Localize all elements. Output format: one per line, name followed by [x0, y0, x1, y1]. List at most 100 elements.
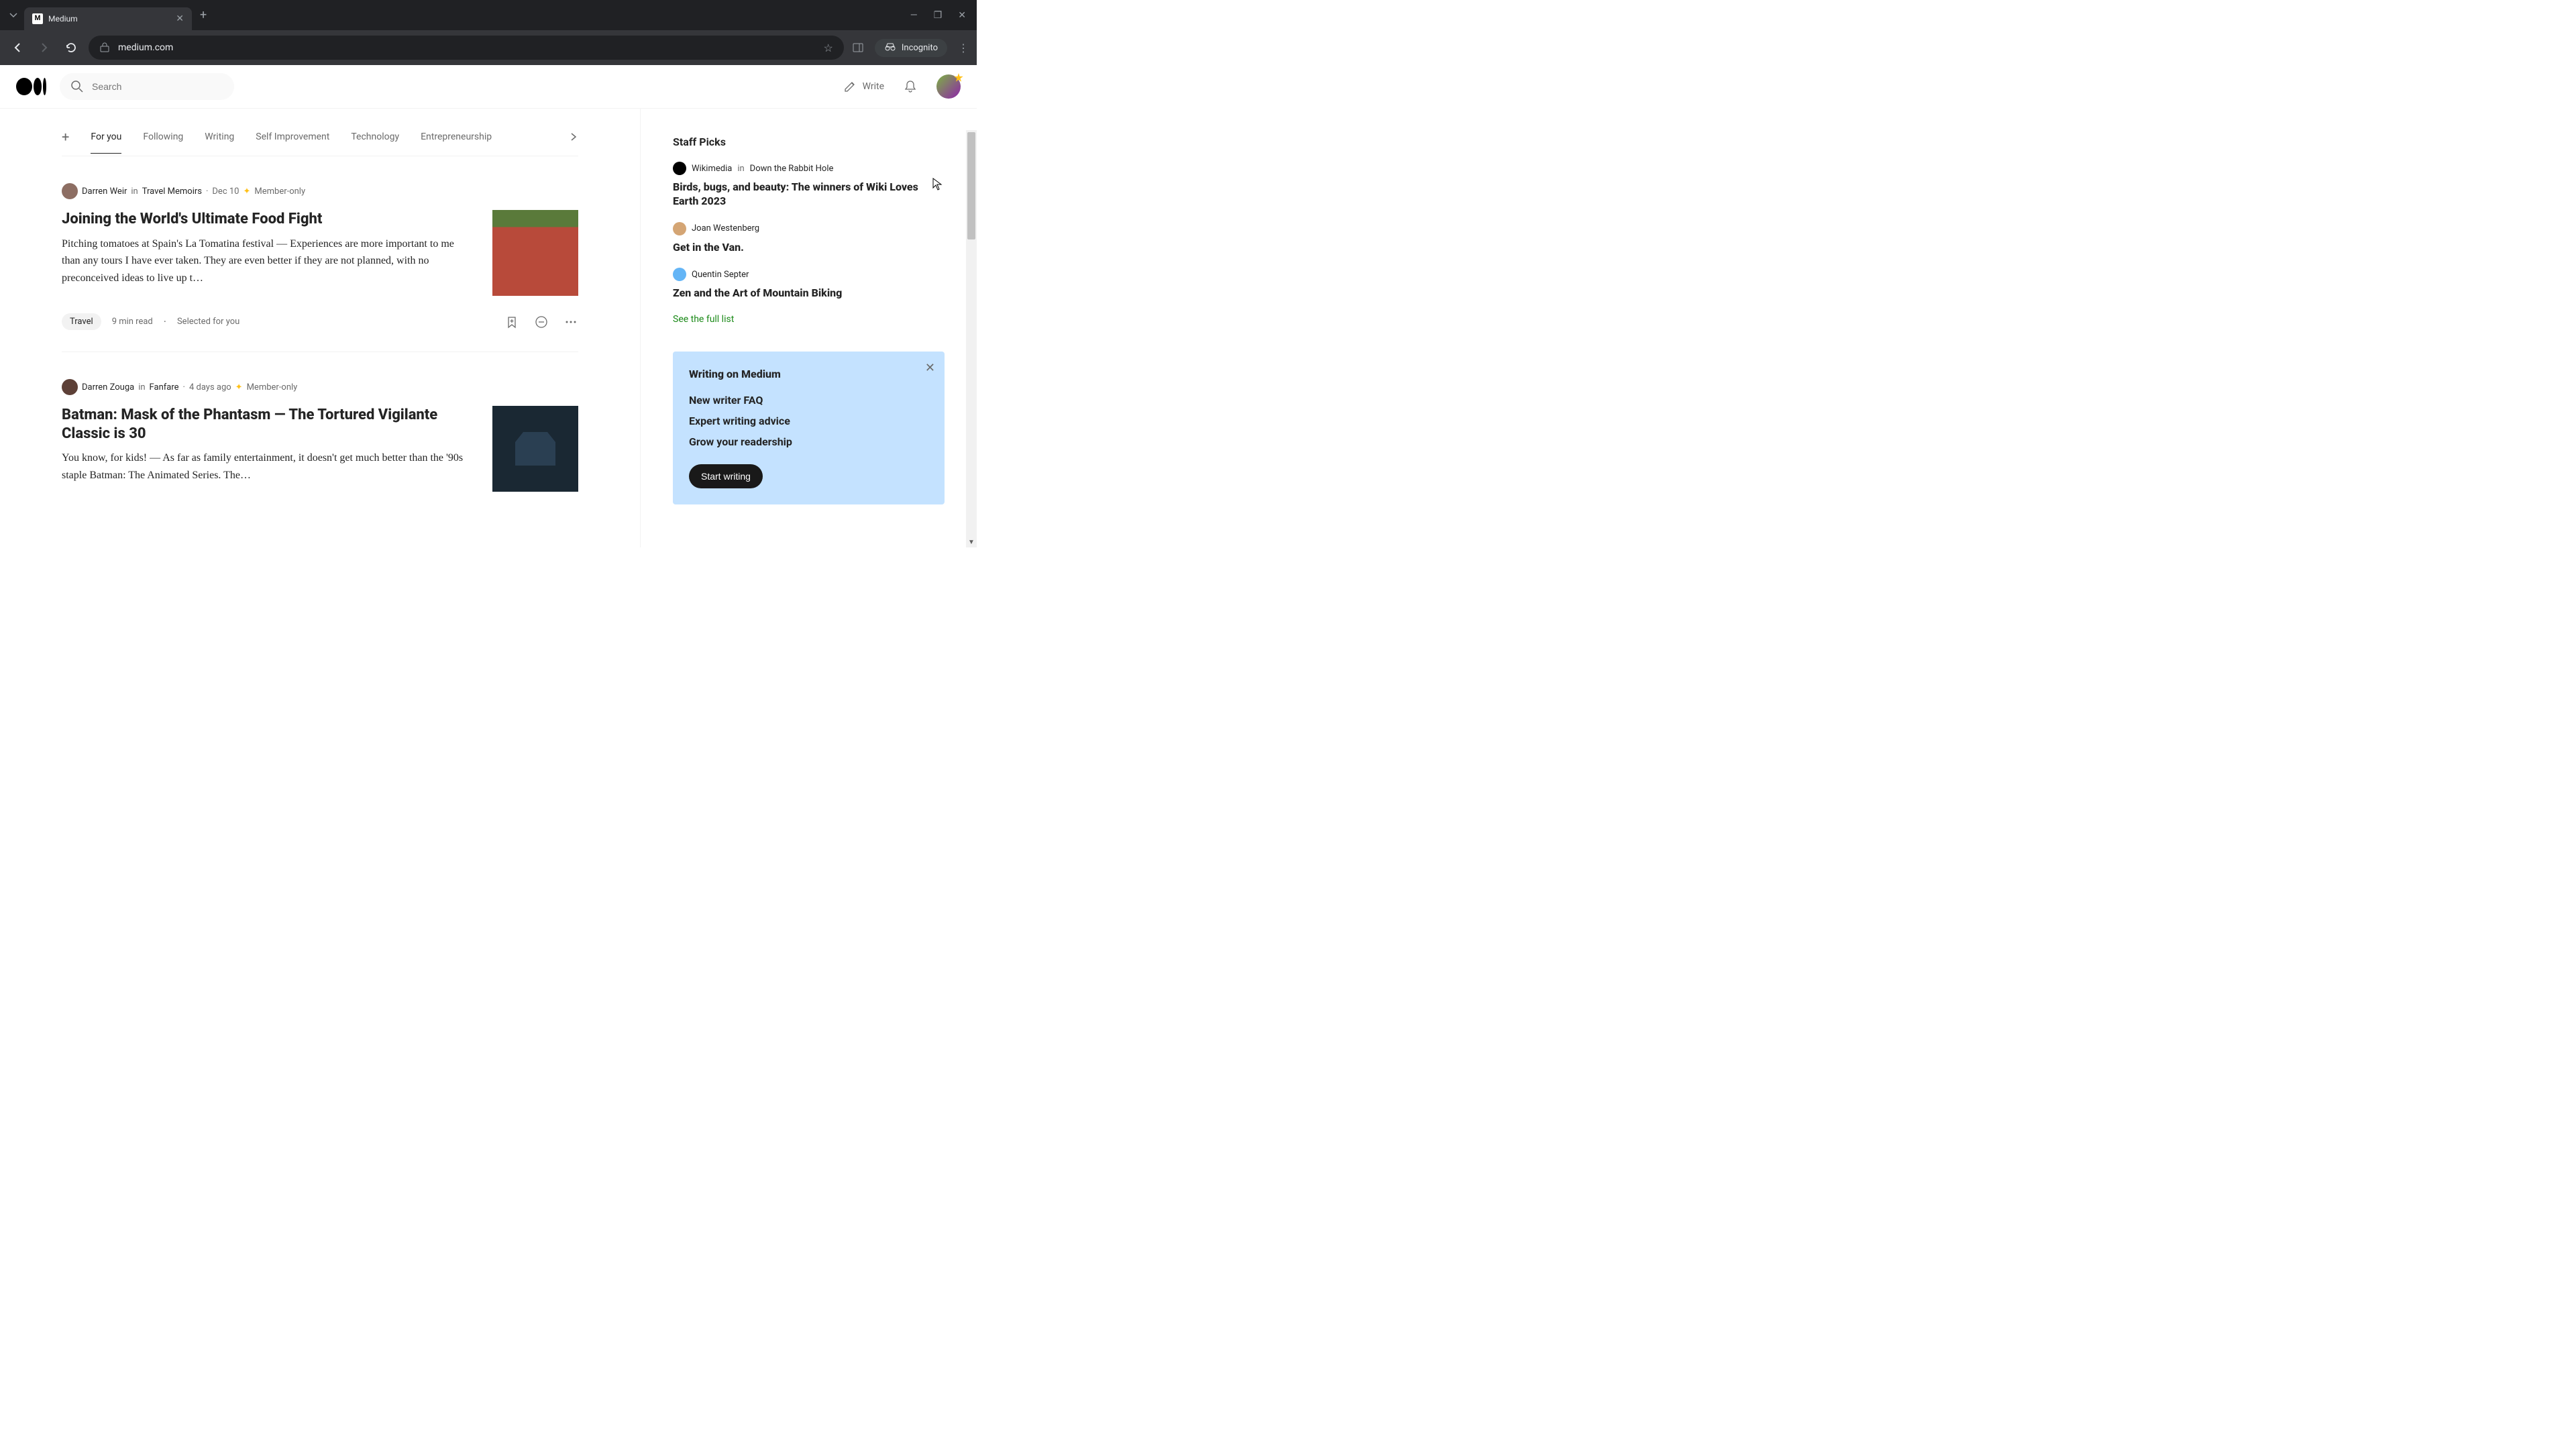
- selected-for-you: Selected for you: [177, 317, 239, 327]
- search-box[interactable]: [60, 73, 234, 100]
- show-less-icon[interactable]: [534, 315, 549, 329]
- bookmark-star-icon[interactable]: ☆: [824, 42, 833, 54]
- meta-separator: ·: [206, 186, 208, 197]
- article-meta: Darren Zouga in Fanfare · 4 days ago ✦ M…: [62, 379, 578, 395]
- window-controls: — ❐ ✕: [910, 10, 971, 21]
- tab-search-dropdown[interactable]: [5, 7, 21, 23]
- minimize-icon[interactable]: —: [910, 10, 918, 21]
- incognito-badge[interactable]: Incognito: [875, 39, 947, 57]
- tab-for-you[interactable]: For you: [91, 131, 121, 154]
- publication-name[interactable]: Fanfare: [150, 382, 179, 392]
- author-avatar[interactable]: [62, 183, 78, 199]
- member-only-label: Member-only: [247, 382, 298, 392]
- meta-separator: ·: [183, 382, 185, 392]
- site-header: Write: [0, 65, 977, 109]
- pick-title[interactable]: Birds, bugs, and beauty: The winners of …: [673, 180, 945, 209]
- staff-picks-heading: Staff Picks: [673, 136, 945, 148]
- pick-publication[interactable]: Down the Rabbit Hole: [750, 164, 834, 174]
- tabs-scroll-right[interactable]: [542, 132, 578, 152]
- maximize-icon[interactable]: ❐: [934, 10, 943, 21]
- member-only-label: Member-only: [254, 186, 305, 197]
- user-avatar[interactable]: [936, 74, 961, 99]
- article-meta: Darren Weir in Travel Memoirs · Dec 10 ✦…: [62, 183, 578, 199]
- back-button[interactable]: [8, 38, 27, 57]
- medium-logo[interactable]: [16, 78, 46, 95]
- topic-tag[interactable]: Travel: [62, 313, 101, 330]
- forward-button[interactable]: [35, 38, 54, 57]
- incognito-label: Incognito: [902, 43, 938, 53]
- staff-pick-item[interactable]: Wikimedia in Down the Rabbit Hole Birds,…: [673, 162, 945, 209]
- tab-writing[interactable]: Writing: [205, 131, 234, 153]
- feed-tabs: + For you Following Writing Self Improve…: [62, 109, 578, 156]
- article-title[interactable]: Batman: Mask of the Phantasm — The Tortu…: [62, 406, 466, 443]
- pick-avatar: [673, 162, 686, 175]
- site-info-icon[interactable]: [99, 42, 110, 53]
- member-star-icon: ✦: [235, 382, 243, 392]
- main-feed: + For you Following Writing Self Improve…: [0, 109, 641, 547]
- logo-shape: [43, 78, 46, 95]
- bookmark-icon[interactable]: [504, 315, 519, 329]
- staff-pick-item[interactable]: Joan Westenberg Get in the Van.: [673, 222, 945, 255]
- article-card[interactable]: Darren Weir in Travel Memoirs · Dec 10 ✦…: [62, 156, 578, 352]
- pick-author[interactable]: Quentin Septer: [692, 270, 749, 280]
- tab-self-improvement[interactable]: Self Improvement: [256, 131, 329, 153]
- incognito-icon: [884, 43, 896, 52]
- pick-author[interactable]: Joan Westenberg: [692, 223, 759, 233]
- tab-technology[interactable]: Technology: [351, 131, 399, 153]
- publication-name[interactable]: Travel Memoirs: [142, 186, 202, 197]
- staff-pick-item[interactable]: Quentin Septer Zen and the Art of Mounta…: [673, 268, 945, 301]
- article-thumbnail[interactable]: [492, 406, 578, 492]
- address-bar[interactable]: medium.com ☆: [89, 36, 844, 60]
- article-title[interactable]: Joining the World's Ultimate Food Fight: [62, 210, 466, 229]
- notifications-button[interactable]: [903, 79, 918, 94]
- meta-in: in: [131, 186, 138, 197]
- promo-link-faq[interactable]: New writer FAQ: [689, 394, 928, 407]
- promo-link-readership[interactable]: Grow your readership: [689, 435, 928, 448]
- article-footer: Travel 9 min read · Selected for you: [62, 313, 578, 330]
- add-topic-button[interactable]: +: [62, 129, 69, 156]
- scrollbar-thumb[interactable]: [967, 132, 975, 239]
- tab-close-icon[interactable]: ✕: [176, 13, 184, 24]
- see-full-list-link[interactable]: See the full list: [673, 314, 945, 325]
- writing-promo-box: ✕ Writing on Medium New writer FAQ Exper…: [673, 352, 945, 504]
- url-text: medium.com: [118, 42, 816, 53]
- start-writing-button[interactable]: Start writing: [689, 464, 763, 488]
- pick-author[interactable]: Wikimedia: [692, 164, 732, 174]
- browser-toolbar: medium.com ☆ Incognito ⋮: [0, 30, 977, 65]
- promo-close-icon[interactable]: ✕: [925, 361, 935, 375]
- new-tab-button[interactable]: +: [200, 8, 207, 22]
- author-name[interactable]: Darren Zouga: [82, 382, 134, 392]
- logo-shape: [16, 78, 32, 95]
- logo-shape: [34, 78, 42, 95]
- bell-icon: [903, 79, 918, 94]
- sidebar: Staff Picks Wikimedia in Down the Rabbit…: [641, 109, 977, 547]
- author-name[interactable]: Darren Weir: [82, 186, 127, 197]
- author-avatar[interactable]: [62, 379, 78, 395]
- read-time: 9 min read: [112, 317, 153, 327]
- write-button[interactable]: Write: [843, 79, 884, 94]
- browser-menu-icon[interactable]: ⋮: [958, 42, 969, 54]
- article-thumbnail[interactable]: [492, 210, 578, 296]
- meta-in: in: [138, 382, 145, 392]
- close-window-icon[interactable]: ✕: [958, 10, 966, 21]
- publish-date: 4 days ago: [189, 382, 231, 392]
- search-input[interactable]: [92, 81, 223, 92]
- pick-avatar: [673, 268, 686, 281]
- more-options-icon[interactable]: [564, 315, 578, 329]
- promo-title: Writing on Medium: [689, 368, 928, 380]
- tab-entrepreneurship[interactable]: Entrepreneurship: [421, 131, 492, 153]
- article-card[interactable]: Darren Zouga in Fanfare · 4 days ago ✦ M…: [62, 352, 578, 513]
- reload-button[interactable]: [62, 38, 80, 57]
- article-excerpt: Pitching tomatoes at Spain's La Tomatina…: [62, 235, 466, 287]
- promo-link-advice[interactable]: Expert writing advice: [689, 415, 928, 427]
- scrollbar-down-icon[interactable]: ▼: [966, 537, 977, 547]
- tab-following[interactable]: Following: [143, 131, 183, 153]
- browser-tab-strip: M Medium ✕ + — ❐ ✕: [0, 0, 977, 30]
- browser-tab-active[interactable]: M Medium ✕: [24, 7, 192, 30]
- pick-title[interactable]: Zen and the Art of Mountain Biking: [673, 286, 945, 301]
- write-icon: [843, 79, 857, 94]
- pick-title[interactable]: Get in the Van.: [673, 241, 945, 255]
- article-excerpt: You know, for kids! — As far as family e…: [62, 449, 466, 484]
- side-panel-icon[interactable]: [852, 42, 864, 54]
- write-label: Write: [863, 81, 884, 92]
